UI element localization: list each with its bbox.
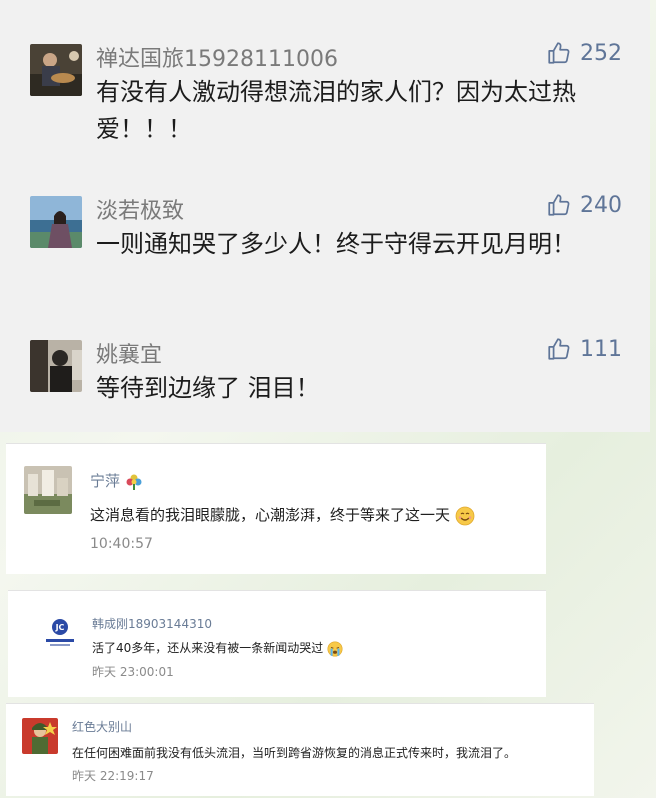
comment-username[interactable]: 姚襄宜 bbox=[96, 337, 162, 369]
thumbs-up-icon bbox=[548, 42, 570, 64]
like-button[interactable]: 252 bbox=[546, 40, 622, 66]
like-count: 240 bbox=[580, 192, 622, 218]
post-card: 宁萍 这消息看的我泪眼朦胧，心潮澎湃，终于等来了这一天 10:40:57 bbox=[6, 443, 546, 574]
comment-username[interactable]: 禅达国旅15928111006 bbox=[96, 41, 338, 73]
like-count: 252 bbox=[580, 40, 622, 66]
like-button[interactable]: 111 bbox=[546, 336, 622, 362]
post-timestamp: 昨天 23:00:01 bbox=[92, 665, 174, 679]
avatar[interactable] bbox=[30, 196, 82, 248]
flower-icon bbox=[126, 474, 142, 490]
post-card: JC 韩成刚18903144310 活了40多年，还从来没有被一条新闻动哭过 昨… bbox=[8, 590, 546, 697]
avatar[interactable] bbox=[30, 340, 82, 392]
comment-text: 等待到边缘了 泪目！ bbox=[96, 374, 320, 402]
avatar[interactable] bbox=[24, 466, 72, 514]
comment-text: 一则通知哭了多少人！终于守得云开见月明！ bbox=[96, 230, 576, 258]
post-text: 在任何困难面前我没有低头流泪，当听到跨省游恢复的消息正式传来时，我流泪了。 bbox=[72, 746, 517, 760]
like-count: 111 bbox=[580, 336, 622, 362]
avatar[interactable]: JC bbox=[42, 615, 78, 651]
comment-card: 禅达国旅15928111006 252 有没有人激动得想流泪的家人们？因为太过热… bbox=[0, 0, 650, 160]
post-timestamp: 昨天 22:19:17 bbox=[72, 769, 154, 783]
comment-card: 姚襄宜 111 等待到边缘了 泪目！ bbox=[0, 310, 650, 432]
post-username[interactable]: 红色大别山 bbox=[72, 718, 132, 735]
crying-emoji bbox=[327, 640, 343, 657]
like-button[interactable]: 240 bbox=[546, 192, 622, 218]
smile-emoji bbox=[455, 506, 475, 525]
post-text: 这消息看的我泪眼朦胧，心潮澎湃，终于等来了这一天 bbox=[90, 504, 475, 526]
comment-text: 有没有人激动得想流泪的家人们？因为太过热爱！！！ bbox=[96, 78, 576, 143]
svg-text:JC: JC bbox=[55, 623, 65, 632]
thumbs-up-icon bbox=[548, 194, 570, 216]
comment-username[interactable]: 淡若极致 bbox=[96, 193, 184, 225]
avatar[interactable] bbox=[30, 44, 82, 96]
post-text: 活了40多年，还从来没有被一条新闻动哭过 bbox=[92, 639, 343, 657]
post-username[interactable]: 宁萍 bbox=[90, 470, 143, 491]
post-username[interactable]: 韩成刚18903144310 bbox=[92, 615, 212, 632]
thumbs-up-icon bbox=[548, 338, 570, 360]
post-timestamp: 10:40:57 bbox=[90, 536, 153, 552]
comment-card: 淡若极致 240 一则通知哭了多少人！终于守得云开见月明！ bbox=[0, 160, 650, 310]
avatar[interactable] bbox=[22, 718, 58, 754]
post-card: 红色大别山 在任何困难面前我没有低头流泪，当听到跨省游恢复的消息正式传来时，我流… bbox=[6, 703, 594, 796]
